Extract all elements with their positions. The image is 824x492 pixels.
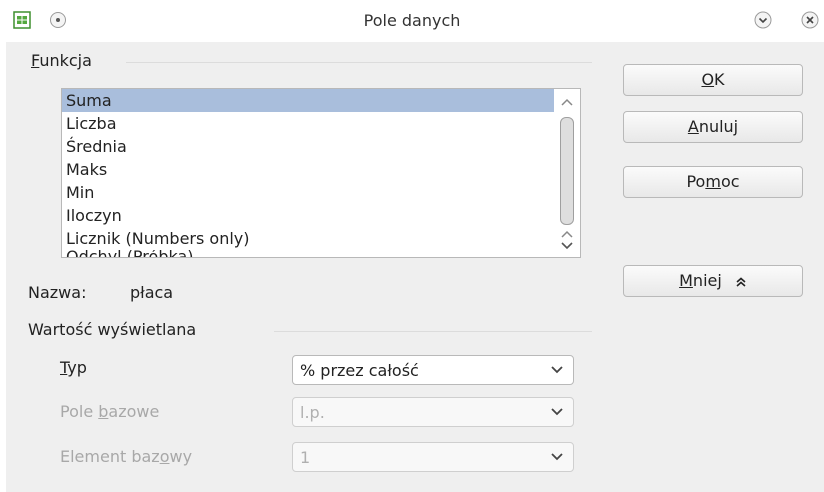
chevron-down-icon (551, 453, 563, 461)
chevron-down-icon (551, 408, 563, 416)
window-title: Pole danych (363, 11, 461, 30)
display-value-heading: Wartość wyświetlana (28, 320, 197, 339)
function-list-items: Suma Liczba Średnia Maks Min Iloczyn Licznik (… (62, 89, 580, 257)
type-select[interactable]: % przez całość (292, 355, 574, 385)
function-separator (126, 62, 592, 63)
base-field-label: Pole bazowe (60, 402, 160, 421)
function-list-item[interactable]: Liczba (62, 112, 580, 135)
dialog-body: Funkcja Suma Liczba Średnia Maks Min Iloczyn L… (6, 42, 824, 492)
close-icon[interactable] (801, 11, 819, 29)
function-list-item[interactable]: Iloczyn (62, 204, 580, 227)
chevron-down-icon (551, 366, 563, 374)
base-field-select[interactable]: l.p. (292, 397, 574, 427)
less-button[interactable]: Mniej (623, 265, 803, 297)
scroll-down-icon[interactable] (560, 241, 574, 251)
cancel-button[interactable]: Anuluj (623, 111, 803, 143)
function-list-item[interactable]: Min (62, 181, 580, 204)
chevron-up-icon (736, 277, 746, 287)
function-list-item[interactable]: Średnia (62, 135, 580, 158)
function-label: Funkcja (31, 51, 92, 70)
name-value: płaca (130, 283, 174, 302)
scroll-up-icon[interactable] (560, 97, 574, 107)
function-list-item[interactable]: Maks (62, 158, 580, 181)
type-label: Typ (60, 358, 87, 377)
display-separator (274, 331, 592, 332)
base-item-select-value: 1 (300, 448, 311, 467)
function-list-scrollbar[interactable] (554, 89, 580, 257)
help-button[interactable]: Pomoc (623, 166, 803, 198)
base-item-select[interactable]: 1 (292, 442, 574, 472)
title-bar: Pole danych (0, 0, 824, 42)
base-field-select-value: l.p. (300, 403, 325, 422)
name-label: Nazwa: (28, 283, 87, 302)
ok-button[interactable]: OK (623, 64, 803, 96)
function-list-item[interactable]: Licznik (Numbers only) (62, 227, 580, 250)
function-list[interactable]: Suma Liczba Średnia Maks Min Iloczyn Licznik (… (61, 88, 581, 258)
base-item-label: Element bazowy (60, 447, 193, 466)
type-select-value: % przez całość (300, 361, 419, 380)
scroll-thumb[interactable] (560, 117, 574, 225)
minimize-icon[interactable] (754, 11, 772, 29)
scroll-up-icon[interactable] (560, 229, 574, 239)
function-list-item[interactable]: Odchyl (Próbka) (62, 250, 580, 257)
function-list-item[interactable]: Suma (62, 89, 580, 112)
